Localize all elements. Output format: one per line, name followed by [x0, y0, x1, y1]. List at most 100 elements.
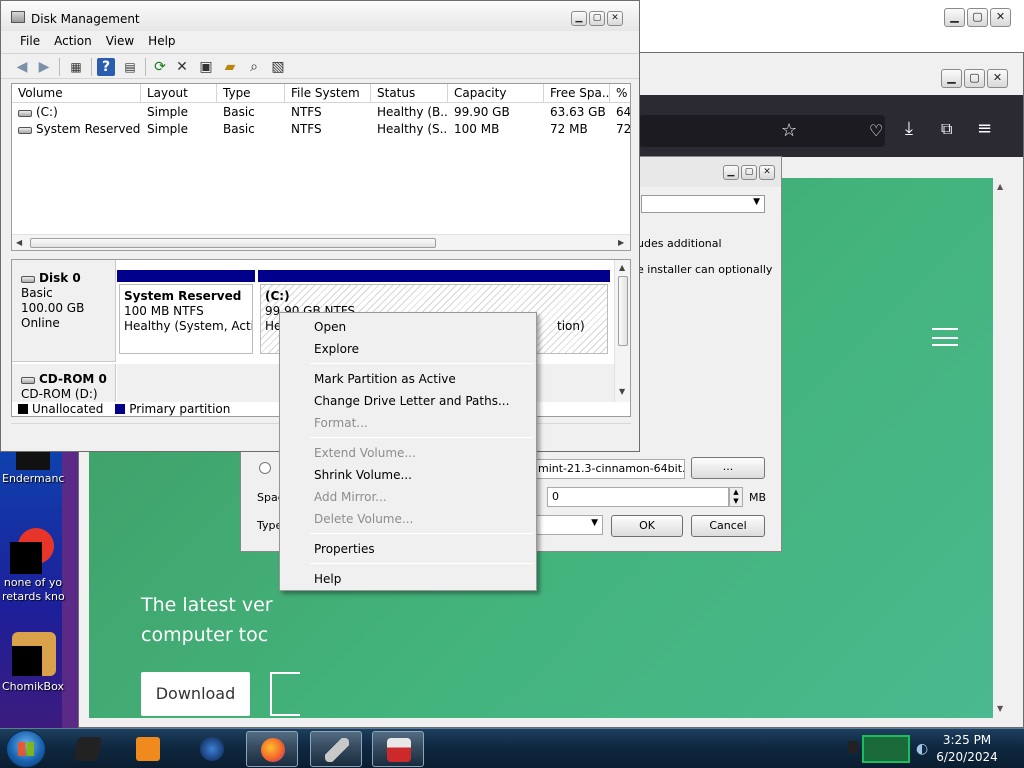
page-scrollbar[interactable]: ▲ ▼ — [993, 178, 1011, 718]
menu-item-explore[interactable]: Explore — [282, 338, 534, 360]
desktop-icon-endermanc[interactable]: Endermanc — [2, 450, 64, 486]
scroll-up-icon[interactable]: ▲ — [997, 182, 1003, 191]
clock-time[interactable]: 3:25 PM — [922, 733, 1012, 747]
disk-0-kind: Basic — [21, 286, 53, 300]
pocket-icon[interactable]: ♡ — [869, 121, 883, 141]
clock-date[interactable]: 6/20/2024 — [922, 750, 1012, 764]
downloads-icon[interactable]: ⤓ — [905, 119, 913, 139]
close-button[interactable]: ✕ — [759, 165, 775, 180]
minimize-button[interactable]: ▁ — [944, 8, 965, 27]
check-icon[interactable]: ▣ — [197, 58, 215, 76]
download-button[interactable]: Download — [141, 672, 250, 716]
minimize-button[interactable]: ▁ — [571, 11, 587, 26]
maximize-button[interactable]: ▢ — [741, 165, 757, 180]
column-header-file-system[interactable]: File System — [285, 84, 371, 103]
url-bar[interactable] — [639, 115, 885, 147]
minimize-button[interactable]: ▁ — [723, 165, 739, 180]
space-stepper[interactable]: ▲ ▼ — [729, 487, 743, 507]
close-button[interactable]: ✕ — [607, 11, 623, 26]
partition-name: System Reserved — [124, 289, 242, 303]
volume-list-header: Volume Layout Type File System Status Ca… — [12, 84, 630, 103]
minimize-button[interactable]: ▁ — [941, 69, 962, 88]
search-icon[interactable]: ⌕ — [245, 58, 263, 76]
desktop-icon-chomikbox[interactable]: ChomikBox — [2, 632, 64, 694]
taskbar-app-disk-management[interactable] — [372, 731, 424, 767]
taskbar-app-1[interactable] — [62, 731, 114, 767]
space-input[interactable]: 0 — [547, 487, 729, 507]
menu-icon[interactable]: ≡ — [977, 119, 992, 139]
maximize-button[interactable]: ▢ — [964, 69, 985, 88]
taskbar-app-globe[interactable] — [186, 731, 238, 767]
network-icon[interactable] — [862, 735, 910, 763]
column-header-type[interactable]: Type — [217, 84, 285, 103]
volume-cell: (C:) — [12, 104, 141, 121]
site-menu-icon[interactable] — [932, 328, 958, 346]
delete-icon[interactable]: ✕ — [173, 58, 191, 76]
menu-view[interactable]: View — [99, 31, 141, 51]
refresh-icon[interactable]: ⟳ — [151, 58, 169, 76]
partition-size: 100 MB NTFS — [124, 304, 204, 318]
column-header-volume[interactable]: Volume — [12, 84, 141, 103]
tray-icon[interactable] — [848, 741, 858, 753]
extensions-icon[interactable]: ⧉ — [941, 119, 952, 139]
scroll-right-icon[interactable]: ▶ — [618, 235, 624, 250]
forward-icon[interactable]: ▶ — [35, 58, 53, 76]
taskbar-app-firefox[interactable] — [246, 731, 298, 767]
layout-cell: Simple — [147, 105, 188, 119]
toolbar: ◀ ▶ ▦ ? ▤ ⟳ ✕ ▣ ▰ ⌕ ▧ — [1, 53, 639, 79]
properties-grid-icon[interactable]: ▤ — [121, 58, 139, 76]
installer-dropdown[interactable]: ▼ — [641, 195, 765, 213]
open-folder-icon[interactable]: ▰ — [221, 58, 239, 76]
column-header-status[interactable]: Status — [371, 84, 448, 103]
menu-item-help[interactable]: Help — [282, 568, 534, 590]
partition-system-reserved[interactable]: System Reserved 100 MB NTFS Healthy (Sys… — [117, 270, 255, 356]
bookmark-star-icon[interactable]: ☆ — [781, 121, 797, 141]
close-button[interactable]: ✕ — [990, 8, 1011, 27]
menu-item-change-drive-letter[interactable]: Change Drive Letter and Paths... — [282, 390, 534, 412]
column-header-capacity[interactable]: Capacity — [448, 84, 544, 103]
secondary-button[interactable] — [270, 672, 300, 716]
menu-item-properties[interactable]: Properties — [282, 538, 534, 560]
menu-item-mark-active[interactable]: Mark Partition as Active — [282, 368, 534, 390]
installer-text-1: udes additional — [637, 237, 722, 250]
horizontal-scrollbar[interactable]: ◀ ▶ — [12, 234, 630, 250]
scroll-up-icon[interactable]: ▲ — [619, 260, 625, 276]
help-icon[interactable]: ? — [97, 58, 115, 76]
scrollbar-thumb[interactable] — [618, 276, 628, 346]
desktop-icon-file[interactable]: none of yo retards kno — [2, 528, 65, 604]
table-row[interactable]: System Reserved Simple Basic NTFS Health… — [12, 121, 630, 138]
scrollbar-thumb[interactable] — [30, 238, 436, 248]
close-button[interactable]: ✕ — [987, 69, 1008, 88]
scroll-down-icon[interactable]: ▼ — [997, 704, 1003, 713]
back-icon[interactable]: ◀ — [13, 58, 31, 76]
column-header-percent[interactable]: % — [610, 84, 630, 103]
disk-0-label[interactable]: Disk 0 Basic 100.00 GB Online — [12, 260, 116, 362]
ok-button[interactable]: OK — [611, 515, 683, 537]
console-tree-icon[interactable]: ▦ — [67, 58, 85, 76]
unallocated-swatch — [18, 404, 28, 414]
menu-item-open[interactable]: Open — [282, 316, 534, 338]
scroll-down-icon[interactable]: ▼ — [619, 384, 625, 400]
vertical-scrollbar[interactable]: ▲ ▼ — [614, 260, 630, 402]
menu-help[interactable]: Help — [141, 31, 182, 51]
type-dropdown[interactable]: ▼ — [533, 515, 603, 535]
radio-button[interactable] — [259, 462, 271, 474]
cancel-button[interactable]: Cancel — [691, 515, 765, 537]
menu-file[interactable]: File — [13, 31, 47, 51]
table-row[interactable]: (C:) Simple Basic NTFS Healthy (B... 99.… — [12, 104, 630, 121]
column-header-free-space[interactable]: Free Spa... — [544, 84, 610, 103]
outer-caption-buttons: ▁ ▢ ✕ — [944, 8, 1011, 27]
taskbar-app-tool[interactable] — [310, 731, 362, 767]
type-cell: Basic — [223, 105, 255, 119]
scroll-left-icon[interactable]: ◀ — [16, 235, 22, 250]
column-header-layout[interactable]: Layout — [141, 84, 217, 103]
browse-button[interactable]: ... — [691, 457, 765, 479]
menu-action[interactable]: Action — [47, 31, 99, 51]
maximize-button[interactable]: ▢ — [589, 11, 605, 26]
maximize-button[interactable]: ▢ — [967, 8, 988, 27]
menu-item-shrink-volume[interactable]: Shrink Volume... — [282, 464, 534, 486]
taskbar-app-media[interactable] — [122, 731, 174, 767]
iso-path-input[interactable]: mint-21.3-cinnamon-64bit.iso — [533, 459, 685, 479]
view-options-icon[interactable]: ▧ — [269, 58, 287, 76]
start-button[interactable] — [6, 730, 46, 768]
